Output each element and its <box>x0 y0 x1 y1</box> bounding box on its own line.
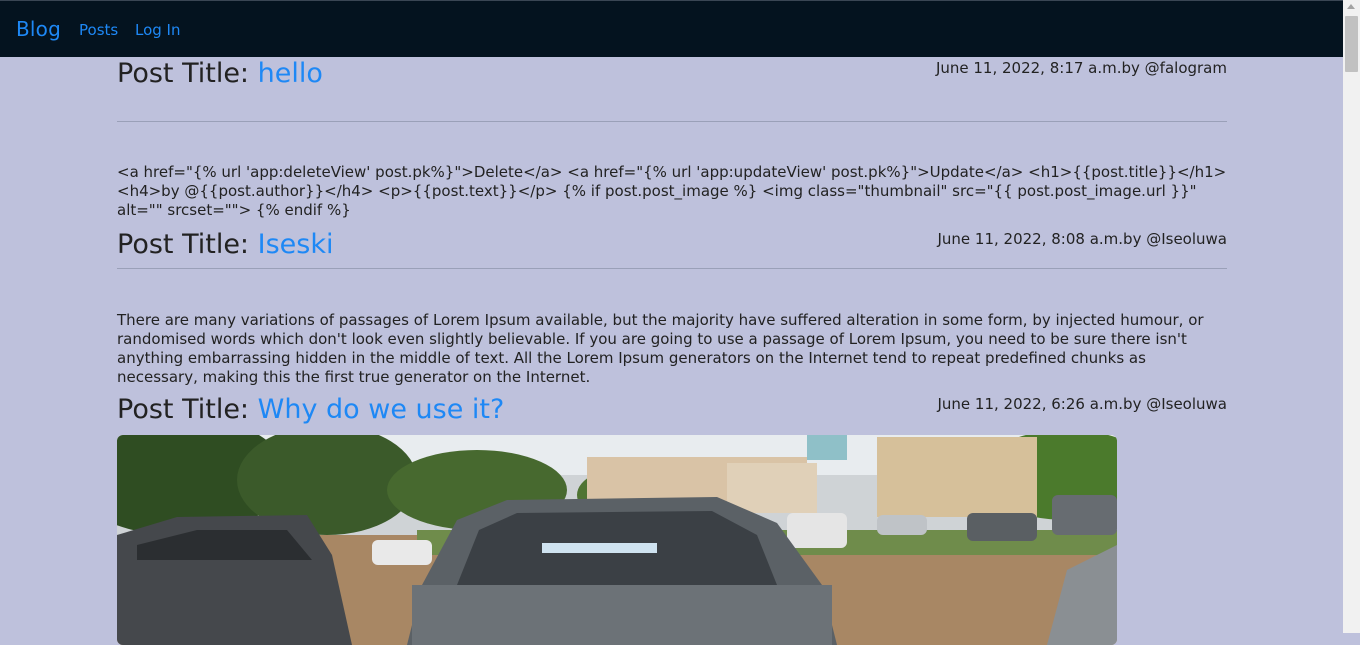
post-title-prefix: Post Title: <box>117 394 250 425</box>
post-title: Post Title: hello <box>117 58 323 89</box>
post-photo-icon <box>117 435 1117 645</box>
scrollbar-thumb[interactable] <box>1345 16 1358 72</box>
post-text: There are many variations of passages of… <box>117 311 1204 386</box>
post-meta: June 11, 2022, 6:26 a.m.by @Iseoluwa <box>937 395 1227 413</box>
post-title-link[interactable]: hello <box>258 58 323 89</box>
post-text: <a href="{% url 'app:deleteView' post.pk… <box>117 163 1227 219</box>
post-title-link[interactable]: Why do we use it? <box>258 394 505 425</box>
post-title-link[interactable]: Iseski <box>258 229 334 260</box>
post-title-prefix: Post Title: <box>117 229 250 260</box>
post-divider <box>117 121 1227 122</box>
post-title-prefix: Post Title: <box>117 58 250 89</box>
vertical-scrollbar[interactable] <box>1343 0 1360 633</box>
scroll-up-icon[interactable] <box>1347 4 1355 9</box>
nav-link-login[interactable]: Log In <box>135 21 181 39</box>
post-meta: June 11, 2022, 8:17 a.m.by @falogram <box>935 59 1227 77</box>
post-title: Post Title: Iseski <box>117 229 334 260</box>
post-image <box>117 435 1117 645</box>
brand-link[interactable]: Blog <box>16 17 61 41</box>
navbar: Blog Posts Log In <box>0 0 1343 57</box>
post-meta: June 11, 2022, 8:08 a.m.by @Iseoluwa <box>937 230 1227 248</box>
nav-link-posts[interactable]: Posts <box>79 21 118 39</box>
post-title: Post Title: Why do we use it? <box>117 394 504 425</box>
post-divider <box>117 268 1227 269</box>
